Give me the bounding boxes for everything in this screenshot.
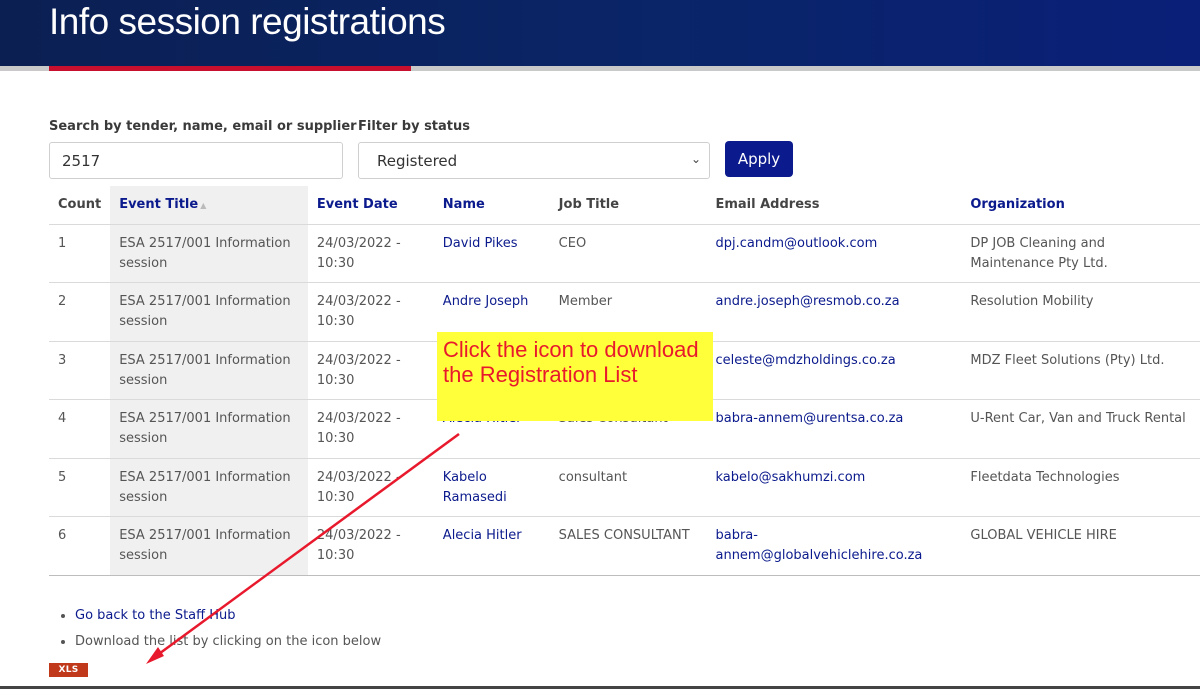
cell-email-link[interactable]: babra-annem@globalvehiclehire.co.za: [706, 516, 962, 577]
status-filter-value: Registered: [377, 152, 458, 170]
list-item: Go back to the Staff Hub: [75, 603, 381, 629]
cell-count: 6: [49, 516, 111, 577]
cell-email-link[interactable]: andre.joseph@resmob.co.za: [706, 282, 962, 342]
header-accent-bar: [49, 66, 411, 71]
search-input[interactable]: [49, 142, 343, 179]
cell-job-title: consultant: [549, 457, 707, 517]
column-header-email: Email Address: [715, 197, 820, 213]
cell-name-link[interactable]: Kabelo Ramasedi: [433, 457, 550, 517]
column-header-event-title[interactable]: Event Title ▲: [110, 186, 308, 224]
cell-event-date: 24/03/2022 - 10:30: [307, 399, 434, 459]
cell-event-date: 24/03/2022 - 10:30: [307, 282, 434, 342]
cell-email-link[interactable]: celeste@mdzholdings.co.za: [706, 340, 962, 400]
cell-count: 5: [49, 457, 111, 517]
back-to-staff-hub-link[interactable]: Go back to the Staff Hub: [75, 608, 236, 623]
cell-email-link[interactable]: babra-annem@urentsa.co.za: [706, 399, 962, 459]
search-label: Search by tender, name, email or supplie…: [49, 119, 357, 134]
cell-organization: U-Rent Car, Van and Truck Rental: [961, 399, 1200, 459]
table-row: 5 ESA 2517/001 Information session 24/03…: [49, 457, 1200, 517]
table-header-row: Count Event Title ▲ Event Date Name Job T…: [49, 186, 1200, 224]
list-item: Download the list by clicking on the ico…: [75, 629, 381, 655]
cell-count: 2: [49, 282, 111, 342]
table-row: 1 ESA 2517/001 Information session 24/03…: [49, 223, 1200, 283]
cell-count: 3: [49, 340, 111, 400]
cell-name-link[interactable]: Alecia Hitler: [433, 516, 550, 577]
cell-event-title: ESA 2517/001 Information session: [110, 340, 308, 400]
cell-event-date: 24/03/2022 - 10:30: [307, 340, 434, 400]
cell-event-date: 24/03/2022 - 10:30: [307, 223, 434, 283]
cell-organization: GLOBAL VEHICLE HIRE: [961, 516, 1200, 577]
cell-count: 1: [49, 223, 111, 283]
cell-email-link[interactable]: dpj.candm@outlook.com: [706, 223, 962, 283]
filter-label: Filter by status: [358, 119, 470, 134]
column-header-event-date[interactable]: Event Date: [308, 186, 434, 224]
cell-organization: DP JOB Cleaning and Maintenance Pty Ltd.: [961, 223, 1200, 283]
page-title: Info session registrations: [49, 1, 446, 42]
sort-ascending-icon: ▲: [200, 201, 207, 211]
page-links-list: Go back to the Staff Hub Download the li…: [75, 603, 381, 655]
column-header-job-title: Job Title: [558, 197, 620, 213]
annotation-callout: Click the icon to download the Registrat…: [437, 332, 713, 421]
cell-organization: Fleetdata Technologies: [961, 457, 1200, 517]
chevron-down-icon: ⌄: [690, 152, 701, 166]
cell-organization: MDZ Fleet Solutions (Pty) Ltd.: [961, 340, 1200, 400]
cell-event-title: ESA 2517/001 Information session: [110, 516, 308, 577]
cell-event-title: ESA 2517/001 Information session: [110, 457, 308, 517]
cell-job-title: SALES CONSULTANT: [549, 516, 707, 577]
cell-email-link[interactable]: kabelo@sakhumzi.com: [706, 457, 962, 517]
table-row: 6 ESA 2517/001 Information session 24/03…: [49, 516, 1200, 577]
cell-organization: Resolution Mobility: [961, 282, 1200, 342]
apply-button[interactable]: Apply: [725, 141, 793, 177]
cell-job-title: CEO: [549, 223, 707, 283]
column-header-event-title-label: Event Title: [119, 197, 199, 213]
page-header: Info session registrations: [0, 0, 1200, 66]
column-header-organization[interactable]: Organization: [961, 186, 1200, 224]
column-header-count: Count: [58, 197, 102, 213]
cell-event-date: 24/03/2022 - 10:30: [307, 516, 434, 577]
cell-event-title: ESA 2517/001 Information session: [110, 282, 308, 342]
column-header-name[interactable]: Name: [434, 186, 550, 224]
cell-event-date: 24/03/2022 - 10:30: [307, 457, 434, 517]
cell-count: 4: [49, 399, 111, 459]
cell-event-title: ESA 2517/001 Information session: [110, 399, 308, 459]
status-filter-select[interactable]: Registered ⌄: [358, 142, 710, 179]
cell-name-link[interactable]: David Pikes: [433, 223, 550, 283]
xls-download-icon[interactable]: XLS: [49, 663, 88, 677]
cell-event-title: ESA 2517/001 Information session: [110, 223, 308, 283]
